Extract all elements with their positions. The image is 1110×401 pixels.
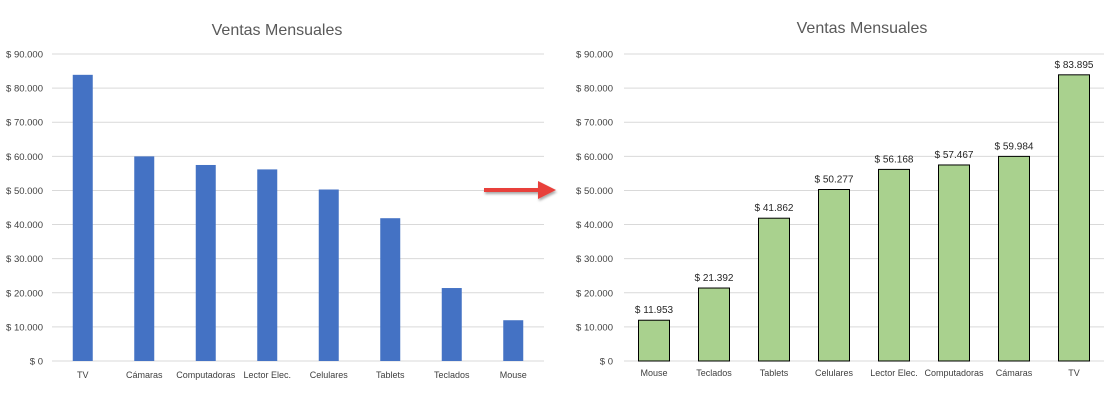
data-label: $ 21.392 [695,273,734,284]
bar-tablets [758,217,790,362]
x-tick-label: Tablets [760,368,789,378]
bar-teclados [441,288,462,361]
chart-original-order: Ventas Mensuales $ 0 $ 10.000 $ 20.000 $ 30.… [6,22,544,380]
arrow-shape [484,181,556,199]
x-tick-label: Celulares [310,370,349,380]
chart-title: Ventas Mensuales [212,22,343,39]
x-tick-label: Lector Elec. [243,370,291,380]
x-tick-label: Cámaras [996,368,1033,378]
x-tick-label: Cámaras [126,370,163,380]
data-label: $ 59.984 [995,141,1034,152]
y-tick-label: $ 40.000 [6,220,43,231]
data-label: $ 56.168 [875,154,914,165]
y-tick-label: $ 50.000 [6,186,43,197]
bar-tablets [380,218,401,361]
bar-teclados [698,287,730,362]
y-tick-label: $ 0 [30,357,43,368]
x-tick-label: Computadoras [924,368,984,378]
bar-celulares [318,189,339,361]
bar-camaras [134,156,155,361]
bar-mouse [503,320,524,361]
bar-computadoras [195,164,216,361]
x-tick-label: TV [77,370,89,380]
y-tick-label: $ 10.000 [576,322,613,333]
x-tick-label: Lector Elec. [870,368,918,378]
data-label: $ 11.953 [635,305,674,316]
x-tick-label: Celulares [815,368,854,378]
y-tick-label: $ 90.000 [6,50,43,61]
y-tick-label: $ 30.000 [6,254,43,265]
y-tick-label: $ 70.000 [576,118,613,129]
y-tick-label: $ 80.000 [576,84,613,95]
y-tick-label: $ 90.000 [576,50,613,61]
right-arrow-icon [484,181,556,199]
data-label: $ 50.277 [815,174,854,185]
x-tick-label: Mouse [640,368,667,378]
bar-celulares [818,188,850,362]
y-tick-label: $ 80.000 [6,84,43,95]
bar-mouse [638,319,670,362]
y-tick-label: $ 20.000 [576,288,613,299]
bar-tv [1058,74,1090,362]
bar-computadoras [938,164,970,362]
data-label: $ 41.862 [755,203,794,214]
x-tick-label: TV [1068,368,1080,378]
y-tick-label: $ 30.000 [576,254,613,265]
data-label: $ 83.895 [1055,60,1094,71]
chart-comparison-stage: Ventas Mensuales $ 0 $ 10.000 $ 20.000 $ 30.… [0,0,1110,401]
bar-lector-elec [878,168,910,362]
bar-lector-elec [257,169,278,361]
chart-title: Ventas Mensuales [797,20,928,37]
bar-charts-canvas: Ventas Mensuales $ 0 $ 10.000 $ 20.000 $ 30.… [6,20,1104,380]
x-tick-label: Tablets [376,370,405,380]
bar-camaras [998,155,1030,362]
y-tick-label: $ 40.000 [576,220,613,231]
x-tick-label: Mouse [500,370,527,380]
y-tick-label: $ 70.000 [6,118,43,129]
y-tick-label: $ 20.000 [6,288,43,299]
y-tick-label: $ 10.000 [6,322,43,333]
x-tick-label: Computadoras [176,370,236,380]
bar-tv [72,74,93,362]
x-tick-label: Teclados [696,368,732,378]
data-label: $ 57.467 [935,150,974,161]
y-tick-label: $ 60.000 [576,152,613,163]
y-tick-label: $ 0 [600,357,613,368]
x-tick-label: Teclados [434,370,470,380]
chart-sorted-ascending: Ventas Mensuales $ 0 $ 10.000 $ 20.000 $ 30.… [576,20,1104,378]
y-tick-label: $ 50.000 [576,186,613,197]
y-tick-label: $ 60.000 [6,152,43,163]
